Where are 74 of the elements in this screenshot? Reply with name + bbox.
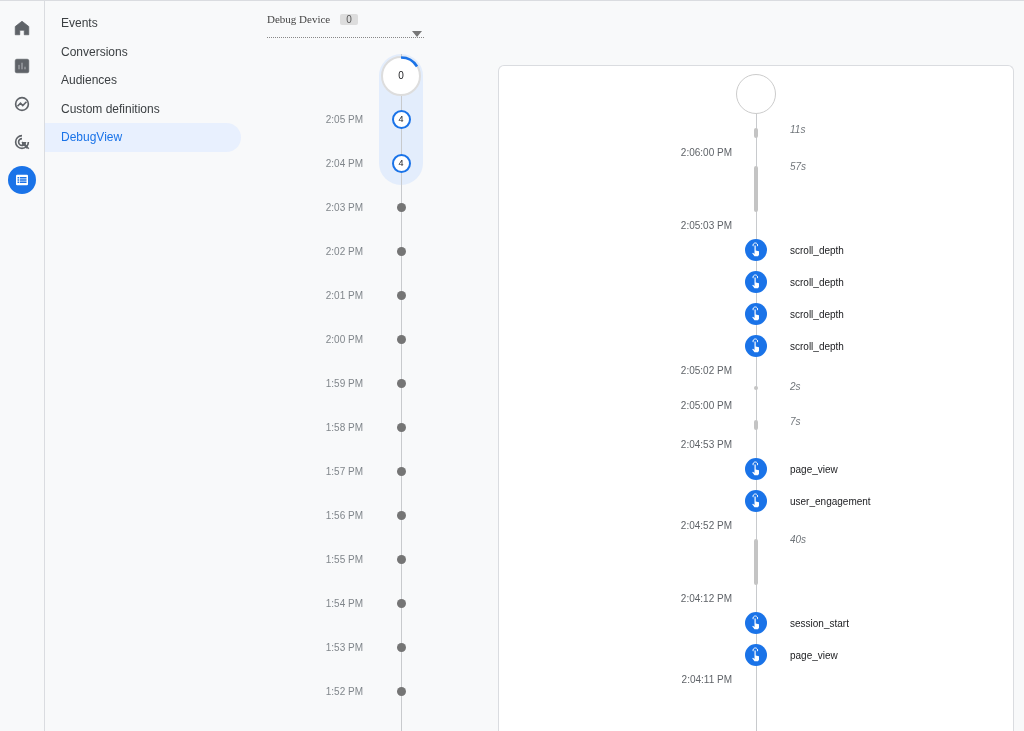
touch-event-icon[interactable] — [745, 303, 767, 325]
device-label: Debug Device — [267, 13, 331, 25]
minute-time: 2:01 PM — [324, 289, 363, 301]
timestamp: 2:04:52 PM — [679, 520, 732, 531]
duration-bar — [754, 420, 758, 430]
minute-dot[interactable] — [396, 510, 406, 520]
nav-item[interactable]: DebugView — [45, 123, 241, 152]
minute-time: 2:03 PM — [324, 201, 363, 213]
timestamp: 2:05:00 PM — [679, 400, 732, 411]
duration-label: 40s — [789, 534, 808, 545]
duration-bar — [754, 166, 758, 212]
touch-event-icon[interactable] — [745, 458, 767, 480]
duration-bar — [754, 539, 758, 585]
minute-dot[interactable] — [396, 686, 406, 696]
timestamp: 2:04:12 PM — [679, 593, 732, 604]
touch-event-icon[interactable] — [745, 644, 767, 666]
event-name[interactable]: scroll_depth — [780, 276, 844, 288]
device-count: 0 — [340, 13, 358, 25]
event-name[interactable]: session_start — [780, 617, 849, 629]
configure-icon[interactable] — [8, 166, 36, 194]
duration-label: 11s — [789, 123, 807, 135]
event-name[interactable]: page_view — [780, 463, 838, 475]
minute-time: 1:59 PM — [324, 377, 363, 389]
duration-bar — [754, 128, 758, 138]
minute-dot[interactable] — [396, 290, 406, 300]
timestamp: 2:04:11 PM — [680, 674, 732, 685]
nav-item[interactable]: Audiences — [45, 66, 241, 95]
timestamp: 2:06:00 PM — [679, 147, 732, 158]
nav-item[interactable]: Custom definitions — [45, 94, 241, 123]
nav-item[interactable]: Events — [45, 9, 241, 38]
minute-dot[interactable] — [396, 202, 406, 212]
stream-start-circle — [736, 74, 776, 114]
minute-time: 1:58 PM — [324, 421, 363, 433]
touch-event-icon[interactable] — [745, 271, 767, 293]
minute-dot[interactable] — [396, 378, 406, 388]
event-name[interactable]: scroll_depth — [780, 244, 844, 256]
minute-time: 1:55 PM — [324, 553, 363, 565]
minute-time: 2:05 PM — [324, 113, 363, 125]
duration-label: 57s — [789, 161, 808, 172]
touch-event-icon[interactable] — [745, 490, 767, 512]
event-name[interactable]: scroll_depth — [780, 308, 844, 320]
minute-time: 1:57 PM — [324, 465, 363, 477]
minute-dot[interactable] — [396, 334, 406, 344]
touch-event-icon[interactable] — [745, 612, 767, 634]
minute-event-count[interactable]: 4 — [391, 109, 411, 129]
minute-dot[interactable] — [396, 642, 406, 652]
nav-item[interactable]: Conversions — [45, 37, 241, 66]
minute-count-circle[interactable]: 0 — [381, 55, 421, 96]
device-dropdown[interactable] — [267, 31, 424, 38]
duration-label: 7s — [789, 415, 802, 427]
minute-dot[interactable] — [396, 466, 406, 476]
minute-time: 2:04 PM — [324, 157, 363, 169]
minute-time: 2:00 PM — [324, 333, 363, 345]
timestamp: 2:05:03 PM — [679, 220, 732, 231]
timestamp: 2:04:53 PM — [679, 439, 732, 450]
event-name[interactable]: page_view — [780, 649, 838, 661]
minute-time: 1:54 PM — [324, 597, 363, 609]
minute-event-count[interactable]: 4 — [391, 153, 411, 173]
touch-event-icon[interactable] — [745, 239, 767, 261]
event-name[interactable]: user_engagement — [780, 495, 871, 507]
minute-dot[interactable] — [396, 422, 406, 432]
timestamp: 2:05:02 PM — [679, 365, 732, 376]
minute-time: 1:52 PM — [324, 685, 363, 697]
duration-label: 2s — [789, 380, 802, 392]
duration-bar — [754, 386, 758, 390]
minute-dot[interactable] — [396, 598, 406, 608]
minute-time: 1:53 PM — [324, 641, 363, 653]
minute-dot[interactable] — [396, 246, 406, 256]
minute-time: 2:02 PM — [324, 245, 363, 257]
minute-time: 1:56 PM — [324, 509, 363, 521]
event-name[interactable]: scroll_depth — [780, 340, 844, 352]
caret-icon — [412, 31, 422, 37]
minute-dot[interactable] — [396, 554, 406, 564]
touch-event-icon[interactable] — [745, 335, 767, 357]
